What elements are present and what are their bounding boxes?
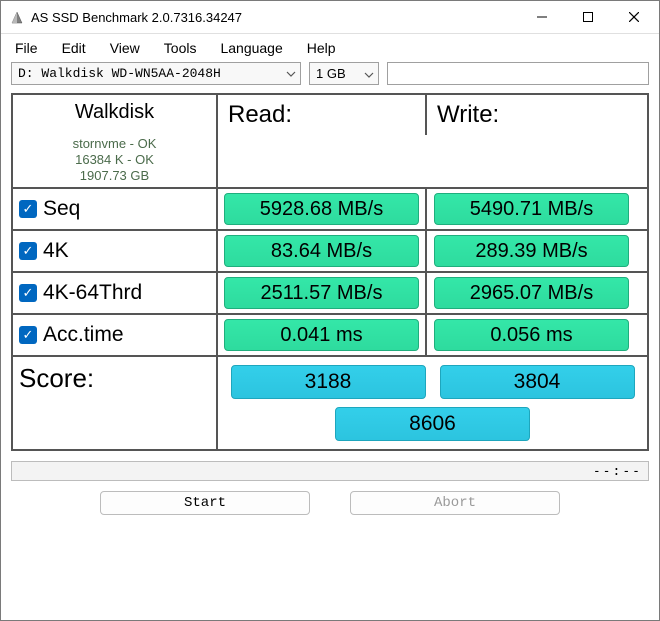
- acc-write-value: 0.056 ms: [434, 319, 629, 351]
- toolbar: D: Walkdisk WD-WN5AA-2048H 1 GB: [11, 62, 649, 85]
- drive-name: Walkdisk: [75, 101, 154, 124]
- 4k64-label: 4K-64Thrd: [43, 281, 142, 305]
- chevron-down-icon: [356, 66, 374, 81]
- score-total: 8606: [335, 407, 530, 441]
- button-row: Start Abort: [11, 491, 649, 515]
- menubar: File Edit View Tools Language Help: [11, 34, 649, 62]
- row-seq: ✓ Seq 5928.68 MB/s 5490.71 MB/s: [13, 189, 647, 231]
- score-label: Score:: [13, 357, 218, 449]
- 4k64-write-value: 2965.07 MB/s: [434, 277, 629, 309]
- compression-input[interactable]: [387, 62, 649, 85]
- size-select-value: 1 GB: [316, 66, 346, 81]
- menu-view[interactable]: View: [110, 40, 140, 56]
- titlebar: AS SSD Benchmark 2.0.7316.34247: [1, 1, 659, 33]
- score-read: 3188: [231, 365, 426, 399]
- menu-file[interactable]: File: [15, 40, 38, 56]
- 4k64-read-value: 2511.57 MB/s: [224, 277, 419, 309]
- size-select[interactable]: 1 GB: [309, 62, 379, 85]
- row-4k-64thrd: ✓ 4K-64Thrd 2511.57 MB/s 2965.07 MB/s: [13, 273, 647, 315]
- minimize-button[interactable]: [519, 1, 565, 33]
- progress-bar: --:--: [11, 461, 649, 481]
- acc-read-value: 0.041 ms: [224, 319, 419, 351]
- progress-time: --:--: [593, 464, 642, 479]
- maximize-button[interactable]: [565, 1, 611, 33]
- menu-language[interactable]: Language: [220, 40, 282, 56]
- menu-help[interactable]: Help: [307, 40, 336, 56]
- 4k-read-value: 83.64 MB/s: [224, 235, 419, 267]
- write-header: Write:: [427, 95, 636, 135]
- drive-select-value: D: Walkdisk WD-WN5AA-2048H: [18, 66, 221, 81]
- read-header: Read:: [218, 95, 427, 135]
- 4k-write-value: 289.39 MB/s: [434, 235, 629, 267]
- menu-tools[interactable]: Tools: [164, 40, 197, 56]
- header-row: Walkdisk stornvme - OK 16384 K - OK 1907…: [13, 95, 647, 189]
- drive-driver-status: stornvme - OK: [73, 136, 157, 152]
- window-title: AS SSD Benchmark 2.0.7316.34247: [31, 10, 519, 25]
- row-score: Score: 3188 3804 8606: [13, 357, 647, 449]
- results-grid: Walkdisk stornvme - OK 16384 K - OK 1907…: [11, 93, 649, 451]
- acc-label: Acc.time: [43, 323, 124, 347]
- drive-alignment-status: 16384 K - OK: [75, 152, 154, 168]
- client-area: File Edit View Tools Language Help D: Wa…: [1, 33, 659, 620]
- 4k64-checkbox[interactable]: ✓: [19, 284, 37, 302]
- score-area: 3188 3804 8606: [218, 357, 647, 449]
- seq-checkbox[interactable]: ✓: [19, 200, 37, 218]
- seq-write-value: 5490.71 MB/s: [434, 193, 629, 225]
- close-button[interactable]: [611, 1, 657, 33]
- drive-select[interactable]: D: Walkdisk WD-WN5AA-2048H: [11, 62, 301, 85]
- seq-read-value: 5928.68 MB/s: [224, 193, 419, 225]
- row-4k: ✓ 4K 83.64 MB/s 289.39 MB/s: [13, 231, 647, 273]
- app-window: AS SSD Benchmark 2.0.7316.34247 File Edi…: [0, 0, 660, 621]
- seq-label: Seq: [43, 197, 80, 221]
- drive-capacity: 1907.73 GB: [80, 168, 149, 184]
- acc-checkbox[interactable]: ✓: [19, 326, 37, 344]
- abort-button: Abort: [350, 491, 560, 515]
- menu-edit[interactable]: Edit: [62, 40, 86, 56]
- start-button[interactable]: Start: [100, 491, 310, 515]
- window-buttons: [519, 1, 657, 33]
- 4k-label: 4K: [43, 239, 69, 263]
- app-icon: [9, 9, 25, 25]
- chevron-down-icon: [278, 66, 296, 81]
- 4k-checkbox[interactable]: ✓: [19, 242, 37, 260]
- row-acctime: ✓ Acc.time 0.041 ms 0.056 ms: [13, 315, 647, 357]
- score-write: 3804: [440, 365, 635, 399]
- drive-info: Walkdisk stornvme - OK 16384 K - OK 1907…: [13, 95, 218, 190]
